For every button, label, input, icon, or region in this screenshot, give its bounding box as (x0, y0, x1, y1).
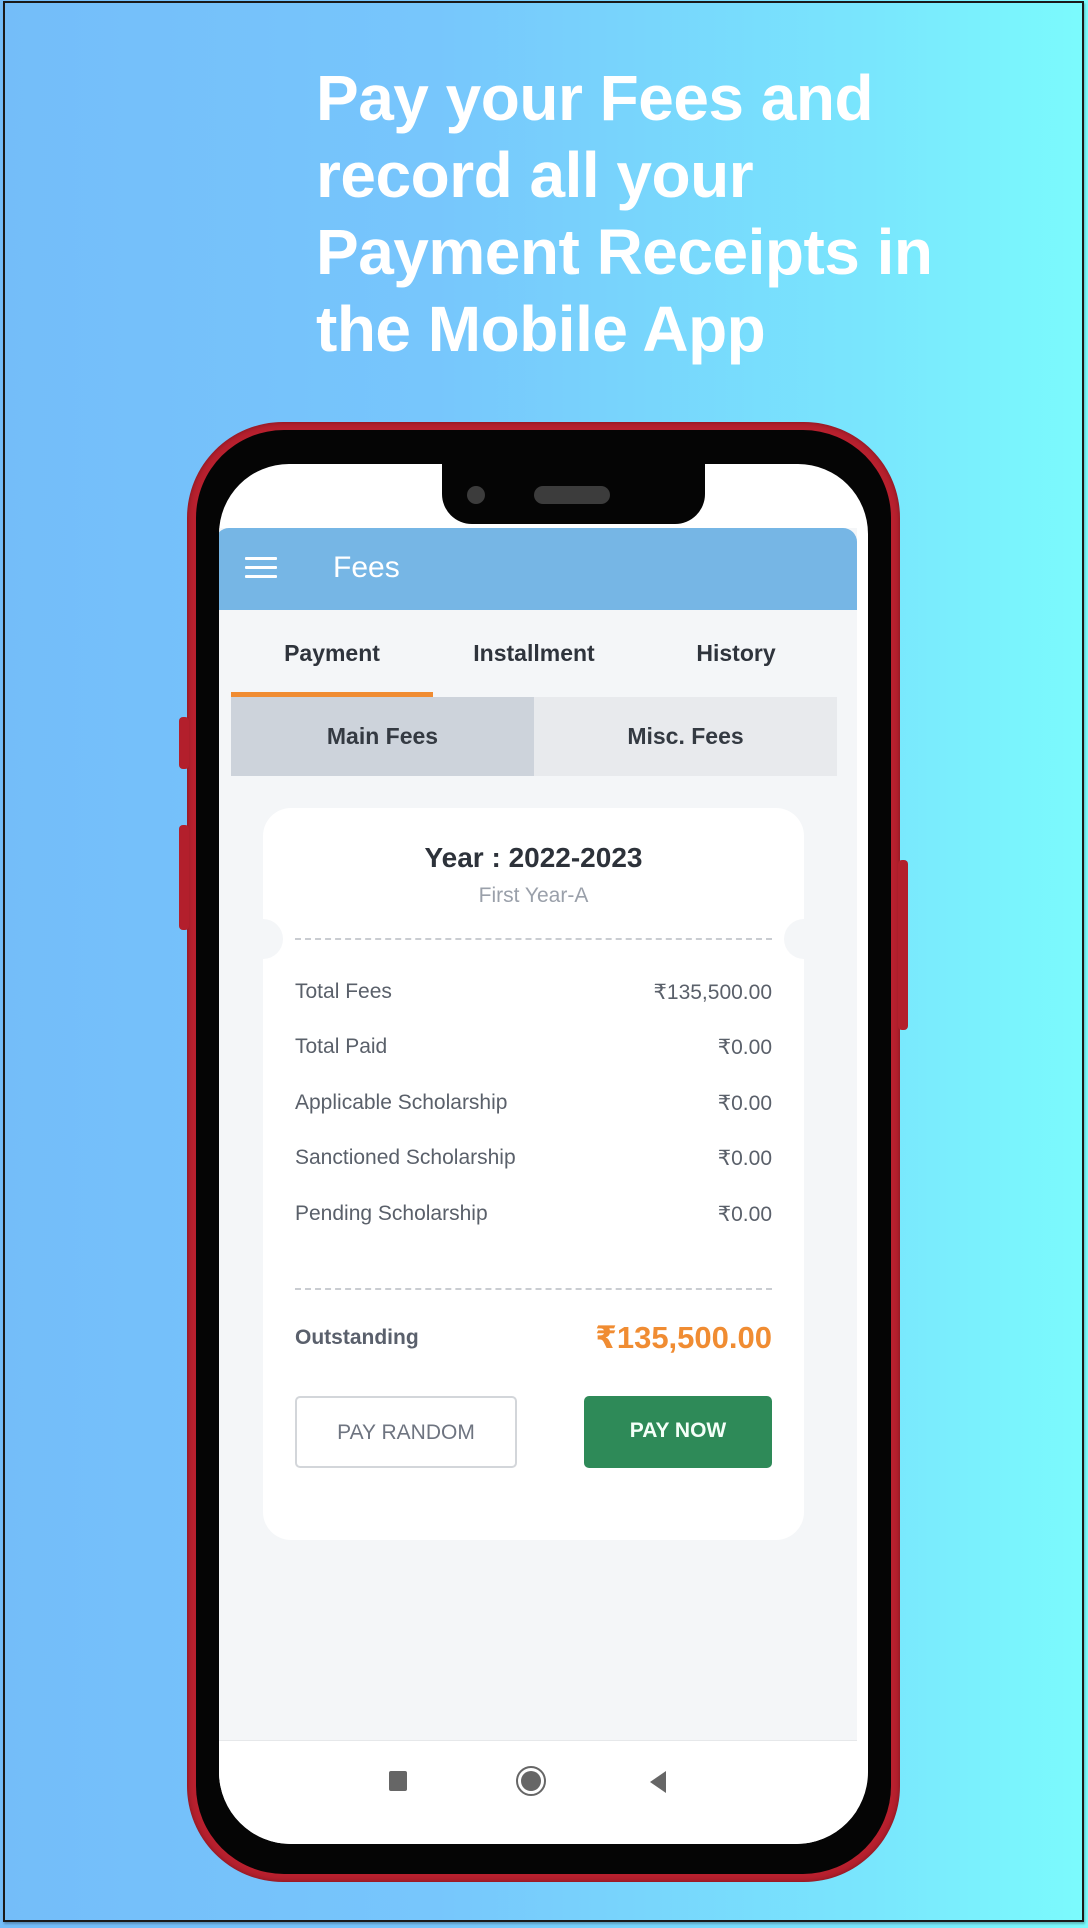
front-camera-icon (467, 486, 485, 504)
outstanding-row: Outstanding ₹135,500.00 (295, 1320, 772, 1356)
speaker-icon (534, 486, 610, 504)
fee-label: Applicable Scholarship (295, 1090, 508, 1114)
back-icon[interactable] (650, 1771, 666, 1793)
fee-value: ₹135,500.00 (653, 981, 772, 1004)
tab-payment[interactable]: Payment (231, 610, 433, 697)
ticket-notch-right (784, 919, 824, 959)
headline-line: Pay your Fees and (316, 62, 874, 134)
fee-value: ₹0.00 (717, 1147, 772, 1171)
tab-installment[interactable]: Installment (433, 610, 635, 697)
phone-notch (442, 464, 705, 524)
fees-app: Fees Payment Installment History Main Fe… (219, 528, 857, 1740)
fee-row: Applicable Scholarship ₹0.00 (295, 1091, 772, 1146)
fee-row: Pending Scholarship ₹0.00 (295, 1202, 772, 1257)
phone-volume-up-button (179, 717, 189, 769)
promo-headline: Pay your Fees and record all your Paymen… (316, 60, 1036, 368)
fee-breakdown: Total Fees ₹135,500.00 Total Paid ₹0.00 … (295, 980, 772, 1257)
fee-value: ₹0.00 (717, 1036, 772, 1060)
divider (295, 1288, 772, 1290)
headline-line: record all your (316, 139, 754, 211)
fee-value: ₹0.00 (717, 1202, 772, 1226)
phone-volume-down-button (179, 825, 189, 930)
home-icon[interactable] (516, 1766, 546, 1796)
fee-label: Total Fees (295, 980, 392, 1003)
phone-screen: Fees Payment Installment History Main Fe… (219, 464, 868, 1844)
subtab-misc-fees[interactable]: Misc. Fees (534, 697, 837, 776)
divider (295, 938, 772, 940)
program-name: First Year-A (478, 884, 589, 907)
tab-bar: Payment Installment History (231, 610, 837, 697)
outstanding-amount: ₹135,500.00 (595, 1320, 772, 1355)
ticket-notch-left (243, 919, 283, 959)
fee-label: Total Paid (295, 1035, 388, 1059)
fee-row: Total Paid ₹0.00 (295, 1035, 772, 1090)
subtab-main-fees[interactable]: Main Fees (231, 697, 534, 776)
fee-row: Sanctioned Scholarship ₹0.00 (295, 1146, 772, 1201)
headline-line: Payment Receipts in (316, 216, 933, 288)
hamburger-menu-icon[interactable] (245, 556, 277, 580)
phone-bezel: Fees Payment Installment History Main Fe… (196, 430, 891, 1874)
app-bar: Fees (219, 528, 857, 610)
pay-now-button[interactable]: PAY NOW (584, 1396, 772, 1468)
system-nav-bar (219, 1740, 857, 1844)
phone-frame: Fees Payment Installment History Main Fe… (179, 422, 908, 1882)
phone-power-button (898, 860, 908, 1030)
page-title: Fees (333, 551, 400, 584)
headline-line: the Mobile App (316, 293, 766, 365)
tab-history[interactable]: History (635, 610, 837, 697)
outstanding-label: Outstanding (295, 1326, 419, 1349)
academic-year: Year : 2022-2023 (424, 842, 643, 873)
fee-label: Pending Scholarship (295, 1201, 488, 1225)
pay-random-button[interactable]: PAY RANDOM (295, 1396, 517, 1468)
fee-type-toggle: Main Fees Misc. Fees (231, 697, 837, 776)
fee-label: Sanctioned Scholarship (295, 1146, 516, 1170)
fee-summary-card: Year : 2022-2023 First Year-A Total Fees… (243, 808, 824, 1540)
fee-row: Total Fees ₹135,500.00 (295, 980, 772, 1035)
recent-apps-icon[interactable] (389, 1771, 407, 1791)
fee-value: ₹0.00 (717, 1091, 772, 1115)
